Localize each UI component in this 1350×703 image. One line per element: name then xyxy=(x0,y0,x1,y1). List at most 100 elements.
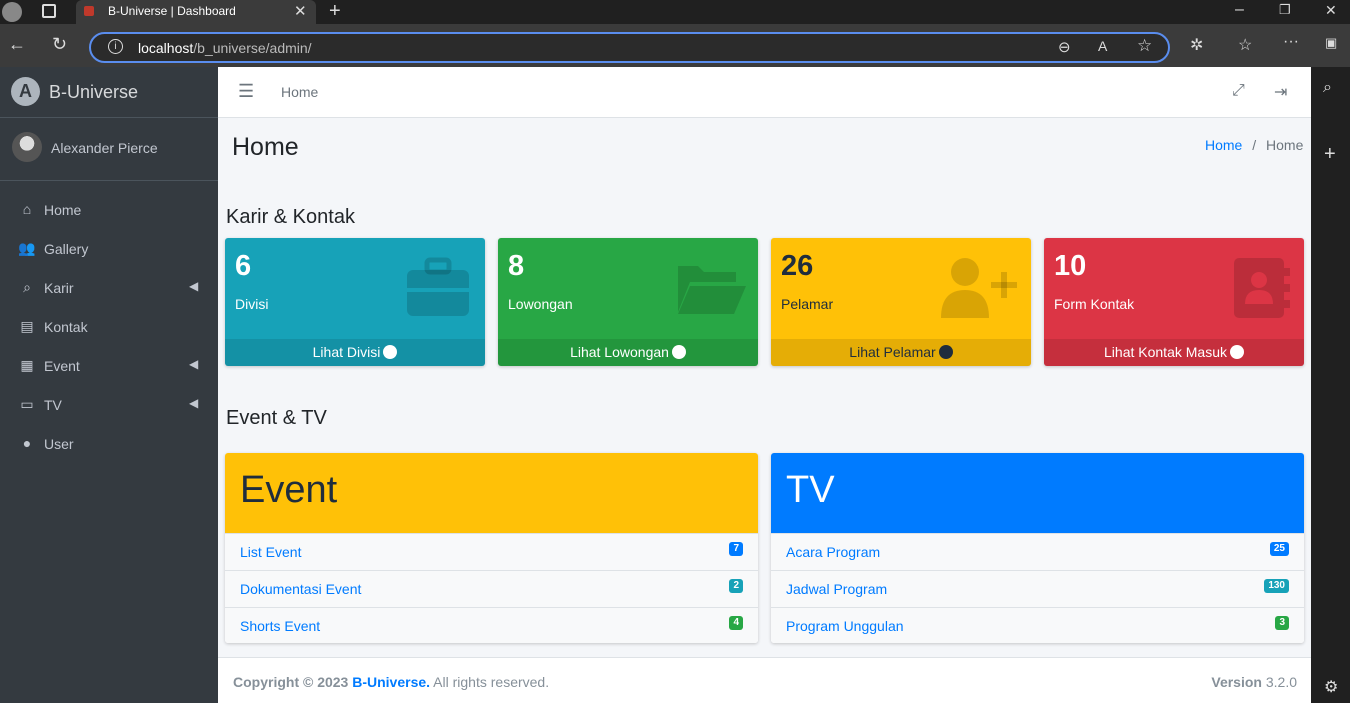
section-title-karir-kontak: Karir & Kontak xyxy=(226,206,355,228)
sidebar-item-label: User xyxy=(44,436,74,452)
page-title: Home xyxy=(232,133,299,161)
count-badge: 7 xyxy=(729,542,743,556)
copyright-text: Copyright © 2023 xyxy=(233,674,349,690)
list-item-link[interactable]: Shorts Event xyxy=(240,618,320,634)
sidebar-item-label: TV xyxy=(44,397,62,413)
count-badge: 130 xyxy=(1264,579,1289,593)
more-icon[interactable]: ··· xyxy=(1283,33,1299,51)
version-label: Version xyxy=(1211,674,1262,690)
list-item-link[interactable]: Program Unggulan xyxy=(786,618,904,634)
user-plus-icon xyxy=(941,258,1017,318)
box-footer-text: Lihat Pelamar xyxy=(849,344,936,360)
breadcrumb-home-link[interactable]: Home xyxy=(1205,137,1242,153)
list-item-link[interactable]: List Event xyxy=(240,544,301,560)
list-item-link[interactable]: Dokumentasi Event xyxy=(240,581,361,597)
sidebar-item-label: Kontak xyxy=(44,319,88,335)
refresh-icon[interactable]: ↻ xyxy=(52,34,67,55)
sidebar-item-label: Home xyxy=(44,202,82,218)
box-footer-text: Lihat Kontak Masuk xyxy=(1104,344,1227,360)
section-title-event-tv: Event & TV xyxy=(226,407,327,429)
add-icon[interactable]: + xyxy=(1324,143,1336,166)
search-icon[interactable]: ⌕ xyxy=(1323,79,1332,97)
minimize-icon[interactable]: – xyxy=(1235,1,1244,19)
close-window-icon[interactable]: ✕ xyxy=(1325,2,1337,19)
count-badge: 3 xyxy=(1275,616,1289,630)
sidebar-item-user[interactable]: ● User xyxy=(0,424,218,463)
close-tab-icon[interactable]: ✕ xyxy=(294,2,307,20)
back-icon[interactable]: ← xyxy=(8,34,26,55)
sidebar-item-label: Event xyxy=(44,358,80,374)
sidebar-toggle-icon[interactable]: ▣ xyxy=(1325,35,1337,51)
settings-icon[interactable]: ⚙ xyxy=(1324,677,1338,697)
list-item[interactable]: Shorts Event 4 xyxy=(225,607,758,643)
sidebar-item-karir[interactable]: ⌕ Karir ◀ xyxy=(0,268,218,307)
version: Version 3.2.0 xyxy=(1211,674,1297,690)
navbar-home-link[interactable]: Home xyxy=(281,84,318,100)
count-badge: 4 xyxy=(729,616,743,630)
sidebar: A B-Universe Alexander Pierce ⌂ Home 👥 G… xyxy=(0,67,218,703)
box-footer-link[interactable]: Lihat Pelamar xyxy=(771,339,1031,366)
fullscreen-icon[interactable]: ⤢ xyxy=(1232,82,1245,100)
box-number: 6 xyxy=(235,250,252,282)
favorite-star-icon[interactable]: ☆ xyxy=(1137,36,1152,56)
logout-icon[interactable]: ⇥ xyxy=(1274,82,1287,102)
list-item-link[interactable]: Acara Program xyxy=(786,544,880,560)
sidebar-item-kontak[interactable]: ▤ Kontak xyxy=(0,307,218,346)
box-footer-link[interactable]: Lihat Divisi xyxy=(225,339,485,366)
box-label: Divisi xyxy=(235,296,269,312)
list-item[interactable]: Acara Program 25 xyxy=(771,533,1304,570)
new-tab-icon[interactable]: + xyxy=(329,0,341,23)
sidebar-item-event[interactable]: ▦ Event ◀ xyxy=(0,346,218,385)
chevron-left-icon: ◀ xyxy=(189,396,199,410)
arrow-circle-right-icon xyxy=(383,345,398,359)
small-box-lowongan: 8 Lowongan Lihat Lowongan xyxy=(498,238,758,366)
user-panel[interactable]: Alexander Pierce xyxy=(0,118,218,181)
brand-link[interactable]: A B-Universe xyxy=(0,67,218,118)
tab-actions-icon[interactable] xyxy=(42,4,56,18)
profile-icon[interactable] xyxy=(2,2,22,22)
extensions-icon[interactable]: ✲ xyxy=(1190,35,1203,55)
brand-logo-icon: A xyxy=(11,77,40,106)
maximize-icon[interactable]: ❐ xyxy=(1279,2,1291,18)
card-title: Event xyxy=(240,469,338,511)
chevron-left-icon: ◀ xyxy=(189,279,199,293)
sidebar-item-label: Gallery xyxy=(44,241,89,257)
list-item[interactable]: Jadwal Program 130 xyxy=(771,570,1304,607)
box-footer-text: Lihat Divisi xyxy=(312,344,381,360)
briefcase-icon xyxy=(407,257,469,316)
sidebar-item-gallery[interactable]: 👥 Gallery xyxy=(0,229,218,268)
list-item[interactable]: Program Unggulan 3 xyxy=(771,607,1304,643)
menu-toggle-icon[interactable]: ☰ xyxy=(238,81,254,102)
active-tab[interactable]: B-Universe | Dashboard ✕ xyxy=(76,0,316,24)
user-name[interactable]: Alexander Pierce xyxy=(51,140,158,156)
zoom-icon[interactable]: ⊖ xyxy=(1058,38,1071,56)
avatar xyxy=(12,132,42,162)
sidebar-item-home[interactable]: ⌂ Home xyxy=(0,190,218,229)
site-info-icon[interactable]: i xyxy=(108,39,123,54)
sidebar-item-tv[interactable]: ▭ TV ◀ xyxy=(0,385,218,424)
contact-book-icon xyxy=(1234,258,1290,318)
address-bar[interactable]: i localhost/b_universe/admin/ ⊖ A ☆ xyxy=(89,32,1170,63)
count-badge: 25 xyxy=(1269,542,1289,556)
favicon-icon xyxy=(84,6,94,16)
card-title: TV xyxy=(786,469,835,511)
box-footer-link[interactable]: Lihat Lowongan xyxy=(498,339,758,366)
box-number: 8 xyxy=(508,250,525,282)
read-aloud-icon[interactable]: A xyxy=(1098,38,1107,54)
browser-edge-sidebar: ⌕ + ⚙ xyxy=(1311,67,1350,703)
chevron-left-icon: ◀ xyxy=(189,357,199,371)
calendar-icon: ▦ xyxy=(20,357,34,373)
footer-brand-link[interactable]: B-Universe. xyxy=(352,674,430,690)
list-item[interactable]: Dokumentasi Event 2 xyxy=(225,570,758,607)
address-book-icon: ▤ xyxy=(20,318,34,334)
list-item[interactable]: List Event 7 xyxy=(225,533,758,570)
url-text[interactable]: localhost/b_universe/admin/ xyxy=(138,40,312,56)
box-footer-text: Lihat Lowongan xyxy=(570,344,669,360)
breadcrumb-separator: / xyxy=(1252,137,1257,153)
users-icon: 👥 xyxy=(18,240,36,256)
favorites-icon[interactable]: ☆ xyxy=(1238,35,1252,55)
arrow-circle-right-icon xyxy=(671,345,686,359)
sidebar-item-label: Karir xyxy=(44,280,74,296)
box-footer-link[interactable]: Lihat Kontak Masuk xyxy=(1044,339,1304,366)
list-item-link[interactable]: Jadwal Program xyxy=(786,581,887,597)
